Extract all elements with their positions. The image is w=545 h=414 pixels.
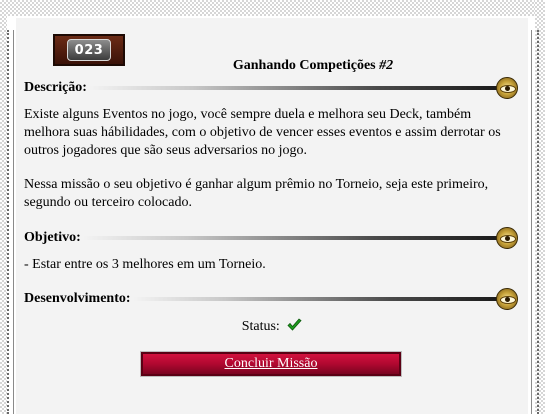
page-background-left	[0, 0, 7, 414]
development-header: Desenvolvimento:	[24, 288, 518, 310]
mission-panel: 023 Ganhando Competições #2 Descrição: E…	[16, 18, 528, 414]
objective-label: Objetivo:	[24, 230, 81, 245]
objective-text: - Estar entre os 3 melhores em um Tornei…	[24, 257, 266, 272]
page-background-top	[0, 0, 545, 16]
mission-title: Ganhando Competições #2	[146, 58, 480, 74]
description-paragraph-2: Nessa missão o seu objetivo é ganhar alg…	[24, 177, 489, 210]
objective-header: Objetivo:	[24, 227, 518, 249]
millennium-eye-icon	[496, 288, 518, 310]
frame-border-right-inner	[531, 30, 532, 414]
description-divider	[88, 86, 500, 90]
status-label: Status:	[241, 319, 280, 334]
mission-number-badge: 023	[53, 34, 125, 66]
objective-divider	[82, 236, 500, 240]
conclude-mission-button[interactable]: Concluir Missão	[140, 351, 402, 377]
mission-title-text: Ganhando Competições	[232, 58, 376, 73]
mission-number: 023	[67, 39, 111, 61]
frame-border-left-outer	[7, 30, 9, 414]
description-paragraph-1: Existe alguns Eventos no jogo, você semp…	[24, 107, 501, 158]
millennium-eye-icon	[496, 77, 518, 99]
description-header: Descrição:	[24, 77, 518, 99]
check-icon	[287, 318, 302, 331]
millennium-eye-icon	[496, 227, 518, 249]
frame-border-right-outer	[537, 30, 539, 414]
development-label: Desenvolvimento:	[24, 291, 131, 306]
description-label: Descrição:	[24, 80, 87, 95]
frame-border-left-inner	[13, 30, 14, 414]
mission-title-number: #2	[379, 58, 394, 73]
development-divider	[132, 297, 500, 301]
status-row: Status:	[16, 318, 528, 335]
